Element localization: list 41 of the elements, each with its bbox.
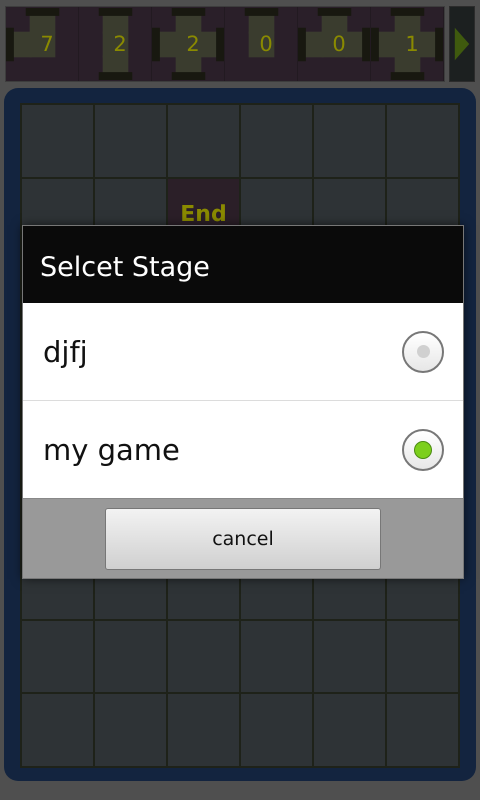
- next-button[interactable]: [449, 6, 475, 82]
- stage-option[interactable]: my game: [23, 400, 463, 498]
- board-cell[interactable]: [21, 620, 94, 694]
- board-cell[interactable]: [313, 620, 386, 694]
- board-cell[interactable]: [21, 693, 94, 767]
- board-cell[interactable]: [386, 693, 459, 767]
- board-cell[interactable]: [386, 620, 459, 694]
- radio-button[interactable]: [402, 428, 444, 470]
- board-cell[interactable]: [94, 620, 167, 694]
- board-cell[interactable]: [94, 693, 167, 767]
- pipe-tile[interactable]: 7: [6, 7, 79, 81]
- tile-number: 7: [40, 32, 54, 56]
- tile-number: 0: [259, 32, 273, 56]
- board-cell[interactable]: [386, 104, 459, 178]
- radio-button[interactable]: [402, 330, 444, 372]
- tile-number: 0: [332, 32, 346, 56]
- board-cell[interactable]: [94, 104, 167, 178]
- pipe-tile[interactable]: 2: [152, 7, 225, 81]
- end-label: End: [180, 202, 227, 227]
- pipe-tile[interactable]: 2: [79, 7, 152, 81]
- tile-number: 2: [186, 32, 200, 56]
- pipe-tile[interactable]: 0: [225, 7, 298, 81]
- tile-number: 2: [113, 32, 127, 56]
- board-cell[interactable]: [21, 104, 94, 178]
- stage-option[interactable]: djfj: [23, 303, 463, 400]
- board-cell[interactable]: [240, 104, 313, 178]
- board-cell[interactable]: [167, 693, 240, 767]
- play-icon: [453, 26, 471, 62]
- board-cell[interactable]: [167, 620, 240, 694]
- board-cell[interactable]: [167, 104, 240, 178]
- pipe-tile[interactable]: 0: [298, 7, 371, 81]
- board-cell[interactable]: [240, 693, 313, 767]
- board-cell[interactable]: [240, 620, 313, 694]
- dialog-title: Selcet Stage: [23, 226, 463, 303]
- board-cell[interactable]: [313, 104, 386, 178]
- stage-name: djfj: [43, 334, 88, 368]
- stage-name: my game: [43, 432, 180, 466]
- tile-number: 1: [405, 32, 419, 56]
- pipe-tile[interactable]: 1: [371, 7, 444, 81]
- cancel-button[interactable]: cancel: [105, 508, 381, 570]
- board-cell[interactable]: [313, 693, 386, 767]
